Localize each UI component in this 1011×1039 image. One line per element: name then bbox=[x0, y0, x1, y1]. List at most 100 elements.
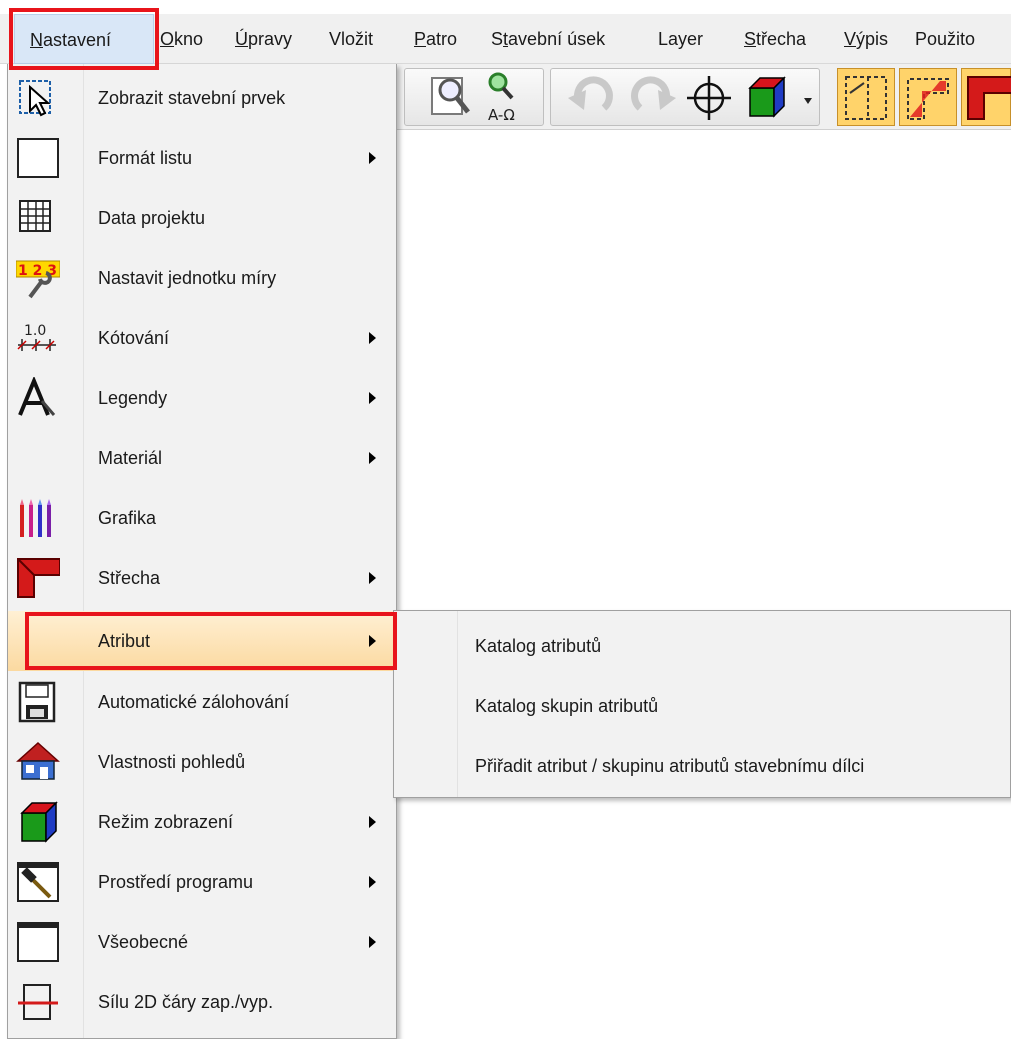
menu-item-material[interactable]: Materiál bbox=[8, 428, 396, 488]
menu-item-nastavit-jednotku-miry[interactable]: 1 2 3 Nastavit jednotku míry bbox=[8, 248, 396, 308]
zoom-window-icon[interactable] bbox=[422, 68, 476, 124]
menu-item-kotovani[interactable]: 1.0 Kótování bbox=[8, 308, 396, 368]
menubar-item-label: atro bbox=[426, 29, 458, 49]
menu-item-label: Formát listu bbox=[98, 148, 193, 168]
yellow-layout-icon[interactable] bbox=[837, 68, 895, 126]
menubar-item-nastaveni[interactable]: Nastavení bbox=[14, 14, 154, 64]
menu-item-label: Prostředí programu bbox=[98, 872, 254, 892]
color-cube-icon[interactable] bbox=[740, 68, 794, 124]
crosshair-icon[interactable] bbox=[682, 68, 736, 124]
drawing-canvas[interactable] bbox=[392, 131, 1011, 1039]
menubar-item-label: ýpis bbox=[856, 29, 889, 49]
menu-item-label: Režim zobrazení bbox=[98, 812, 234, 832]
menu-item-atribut[interactable]: Atribut bbox=[8, 611, 396, 671]
menubar-item-okno[interactable]: Okno bbox=[160, 14, 203, 64]
menu-item-label: Legendy bbox=[98, 388, 168, 408]
submenu-arrow-icon bbox=[369, 452, 376, 464]
menubar-item-label: třecha bbox=[756, 29, 807, 49]
submenu-arrow-icon bbox=[369, 392, 376, 404]
menubar-item-accel: N bbox=[30, 30, 43, 50]
settings-dropdown-menu: Zobrazit stavební prvek Formát listu Dat… bbox=[7, 64, 397, 1039]
menu-item-format-listu[interactable]: Formát listu bbox=[8, 128, 396, 188]
menu-item-label: Automatické zálohování bbox=[98, 692, 290, 712]
sheet-format-icon bbox=[17, 138, 59, 178]
menu-item-label: Vlastnosti pohledů bbox=[98, 752, 246, 772]
atribut-submenu: Katalog atributů Katalog skupin atributů… bbox=[393, 610, 1011, 798]
menu-bar: Nastavení Okno Úpravy Vložit Patro Stave… bbox=[0, 14, 1011, 64]
menu-item-silu-2d-cary[interactable]: Sílu 2D čáry zap./vyp. bbox=[8, 972, 396, 1032]
menu-item-vlastnosti-pohledu[interactable]: Vlastnosti pohledů bbox=[8, 732, 396, 792]
blank-window-icon bbox=[17, 922, 59, 962]
menu-item-label: Sílu 2D čáry zap./vyp. bbox=[98, 992, 274, 1012]
menu-item-label: Materiál bbox=[98, 448, 163, 468]
submenu-item-priradit-atribut[interactable]: Přiřadit atribut / skupinu atributů stav… bbox=[394, 735, 1010, 797]
menubar-item-prefix: S bbox=[491, 29, 504, 49]
menu-item-data-projektu[interactable]: Data projektu bbox=[8, 188, 396, 248]
menubar-item-accel: P bbox=[414, 29, 427, 49]
submenu-arrow-icon bbox=[369, 332, 376, 344]
menu-item-rezim-zobrazeni[interactable]: Režim zobrazení bbox=[8, 792, 396, 852]
menubar-item-label: avební úsek bbox=[508, 29, 606, 49]
select-element-icon bbox=[19, 80, 51, 117]
yellow-roof-icon[interactable] bbox=[899, 68, 957, 126]
svg-text:A-Ω: A-Ω bbox=[488, 106, 515, 124]
submenu-arrow-icon bbox=[369, 152, 376, 164]
floppy-disk-icon bbox=[18, 681, 56, 723]
menubar-item-label: Layer bbox=[658, 29, 704, 49]
dimension-icon: 1.0 bbox=[17, 323, 56, 351]
svg-text:1.0: 1.0 bbox=[24, 323, 46, 339]
submenu-item-katalog-skupin-atributu[interactable]: Katalog skupin atributů bbox=[394, 675, 1010, 737]
toolbar: A-Ω bbox=[392, 64, 1011, 130]
zoom-text-icon[interactable]: A-Ω bbox=[480, 68, 534, 124]
menubar-item-stavebni-usek[interactable]: Stavební úsek bbox=[491, 14, 605, 64]
dropdown-arrow-icon[interactable] bbox=[800, 68, 816, 124]
menu-item-vseobecne[interactable]: Všeobecné bbox=[8, 912, 396, 972]
house-3d-icon bbox=[16, 741, 60, 780]
submenu-item-label: Přiřadit atribut / skupinu atributů stav… bbox=[475, 756, 865, 776]
menu-item-grafika[interactable]: Grafika bbox=[8, 488, 396, 548]
undo-icon[interactable] bbox=[564, 68, 618, 124]
roof-icon bbox=[17, 558, 60, 598]
menubar-item-label: Vložit bbox=[329, 29, 374, 49]
menubar-item-accel: V bbox=[844, 29, 857, 49]
submenu-arrow-icon bbox=[369, 936, 376, 948]
submenu-arrow-icon bbox=[369, 635, 376, 647]
unit-ruler-wrench-icon: 1 2 3 bbox=[16, 260, 60, 299]
menu-item-zobrazit-stavebni-prvek[interactable]: Zobrazit stavební prvek bbox=[8, 68, 396, 128]
menu-item-legendy[interactable]: Legendy bbox=[8, 368, 396, 428]
menubar-item-patro[interactable]: Patro bbox=[414, 14, 457, 64]
menubar-item-upravy[interactable]: Úpravy bbox=[235, 14, 292, 64]
menu-item-automaticke-zalohovani[interactable]: Automatické zálohování bbox=[8, 672, 396, 732]
hammer-window-icon bbox=[17, 862, 59, 902]
menubar-item-label: astavení bbox=[43, 30, 112, 50]
menu-item-strecha[interactable]: Střecha bbox=[8, 548, 396, 608]
menubar-item-accel: O bbox=[160, 29, 175, 49]
menu-item-label: Zobrazit stavební prvek bbox=[98, 88, 286, 108]
menubar-item-vlozit[interactable]: Vložit bbox=[329, 14, 373, 64]
menu-item-label: Všeobecné bbox=[98, 932, 189, 952]
menubar-item-pouzito[interactable]: Použito bbox=[915, 14, 975, 64]
menu-item-label: Atribut bbox=[98, 631, 151, 651]
submenu-arrow-icon bbox=[369, 876, 376, 888]
menu-item-prostredi-programu[interactable]: Prostředí programu bbox=[8, 852, 396, 912]
legend-letter-a-icon bbox=[18, 377, 56, 416]
menubar-item-label: Použito bbox=[915, 29, 976, 49]
submenu-item-label: Katalog atributů bbox=[475, 636, 602, 656]
redo-icon[interactable] bbox=[626, 68, 680, 124]
menu-item-label: Data projektu bbox=[98, 208, 206, 228]
menu-item-label: Nastavit jednotku míry bbox=[98, 268, 277, 288]
pencils-icon bbox=[20, 499, 51, 537]
menubar-item-layer[interactable]: Layer bbox=[658, 14, 703, 64]
yellow-roof-red-icon[interactable] bbox=[961, 68, 1011, 126]
menubar-item-vypis[interactable]: Výpis bbox=[844, 14, 888, 64]
color-cube-icon bbox=[20, 801, 58, 843]
menu-item-label: Kótování bbox=[98, 328, 170, 348]
submenu-item-label: Katalog skupin atributů bbox=[475, 696, 659, 716]
menubar-item-accel: S bbox=[744, 29, 757, 49]
menubar-item-accel: Ú bbox=[235, 29, 248, 49]
line-weight-icon bbox=[18, 984, 58, 1020]
menubar-item-strecha[interactable]: Střecha bbox=[744, 14, 806, 64]
submenu-arrow-icon bbox=[369, 816, 376, 828]
submenu-item-katalog-atributu[interactable]: Katalog atributů bbox=[394, 615, 1010, 677]
menubar-item-label: kno bbox=[174, 29, 204, 49]
